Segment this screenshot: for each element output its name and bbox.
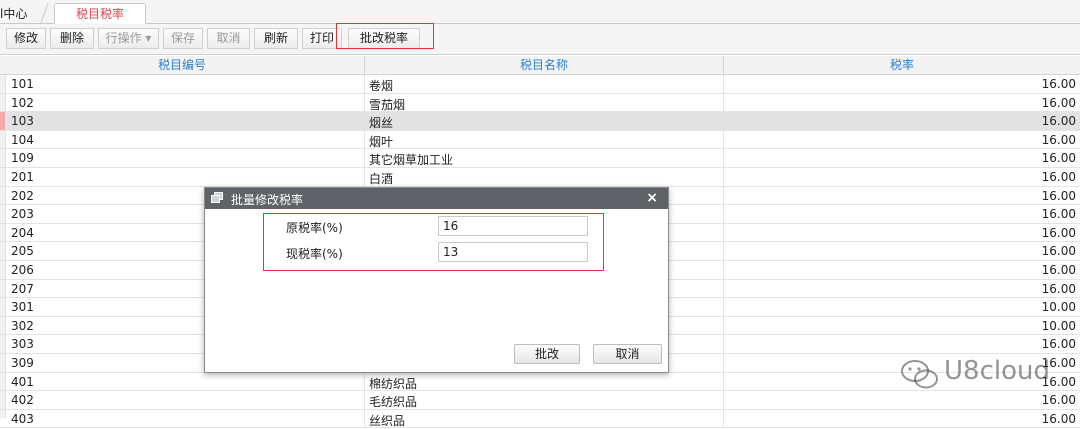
cell-rate: 10.00 <box>1041 300 1076 315</box>
cell-code: 206 <box>11 262 34 277</box>
cell-rate: 16.00 <box>1041 393 1076 408</box>
cell-name: 毛纺织品 <box>369 395 418 410</box>
cell-name: 雪茄烟 <box>369 97 406 112</box>
cell-code: 203 <box>11 207 34 222</box>
cell-code: 205 <box>11 244 34 259</box>
column-header-code[interactable]: 税目编号 <box>0 56 364 75</box>
cell-code: 401 <box>11 374 34 389</box>
table-row[interactable]: 104 烟叶 16.00 <box>0 130 1080 150</box>
wechat-icon <box>901 360 938 389</box>
cell-name: 其它烟草加工业 <box>369 153 454 168</box>
save-button[interactable]: 保存 <box>163 28 203 49</box>
window-icon <box>211 192 224 204</box>
table-row[interactable]: 403 丝织品 16.00 <box>0 409 1080 429</box>
cell-rate: 16.00 <box>1041 188 1076 203</box>
cell-code: 101 <box>11 77 34 91</box>
watermark-text: U8cloud <box>944 356 1050 386</box>
cell-name: 白酒 <box>369 171 394 186</box>
cell-rate: 16.00 <box>1041 262 1076 277</box>
cancel-button[interactable]: 取消 <box>207 28 250 49</box>
table-row[interactable]: 101 卷烟 16.00 <box>0 75 1080 94</box>
cell-code: 302 <box>11 318 34 333</box>
cell-name: 丝织品 <box>369 413 406 428</box>
cell-rate: 16.00 <box>1041 337 1076 352</box>
delete-button[interactable]: 删除 <box>50 28 94 49</box>
cell-rate: 16.00 <box>1041 225 1076 240</box>
cell-rate: 16.00 <box>1041 77 1076 91</box>
grid-header: 税目编号 税目名称 税率 <box>0 56 1080 75</box>
tab-tax-rates[interactable]: 税目税率 <box>54 3 146 25</box>
toolbar: 修改 删除 行操作 ▾ 保存 取消 刷新 打印 批改税率 <box>0 24 1080 55</box>
cell-rate: 16.00 <box>1041 281 1076 296</box>
cell-rate: 16.00 <box>1041 169 1076 184</box>
cell-code: 201 <box>11 169 34 184</box>
confirm-batch-button[interactable]: 批改 <box>514 344 580 364</box>
table-row[interactable]: 109 其它烟草加工业 16.00 <box>0 149 1080 168</box>
dialog-cancel-button[interactable]: 取消 <box>593 344 662 364</box>
cell-name: 卷烟 <box>369 79 394 93</box>
row-actions-button[interactable]: 行操作 ▾ <box>98 28 159 49</box>
cell-rate: 16.00 <box>1041 114 1076 129</box>
cell-rate: 16.00 <box>1041 207 1076 222</box>
cell-rate: 16.00 <box>1041 95 1076 110</box>
cell-code: 403 <box>11 411 34 426</box>
rate-fields-highlight <box>263 213 604 271</box>
tab-bar: l中心 税目税率 <box>0 0 1080 25</box>
cell-rate: 16.00 <box>1041 132 1076 147</box>
dialog-titlebar[interactable]: 批量修改税率 × <box>205 188 668 209</box>
selected-row-marker <box>0 112 5 130</box>
cell-code: 102 <box>11 95 34 110</box>
cell-name: 棉纺织品 <box>369 376 418 391</box>
cell-rate: 16.00 <box>1041 151 1076 166</box>
cell-name: 烟丝 <box>369 116 394 131</box>
cell-code: 309 <box>11 355 34 370</box>
cell-code: 204 <box>11 225 34 240</box>
column-header-name[interactable]: 税目名称 <box>365 56 723 75</box>
table-row-selected[interactable]: 103 烟丝 16.00 <box>0 112 1080 131</box>
cell-code: 207 <box>11 281 34 296</box>
cell-code: 303 <box>11 337 34 352</box>
cell-name: 烟叶 <box>369 134 394 149</box>
column-header-rate[interactable]: 税率 <box>724 56 1080 75</box>
tab-divider <box>40 3 49 23</box>
cell-code: 109 <box>11 151 34 166</box>
cell-rate: 10.00 <box>1041 318 1076 333</box>
refresh-button[interactable]: 刷新 <box>254 28 298 49</box>
close-icon[interactable]: × <box>646 190 658 206</box>
dialog-title: 批量修改税率 <box>231 193 304 207</box>
cell-code: 202 <box>11 188 34 203</box>
table-row[interactable]: 102 雪茄烟 16.00 <box>0 93 1080 113</box>
table-row[interactable]: 402 毛纺织品 16.00 <box>0 391 1080 410</box>
cell-code: 103 <box>11 114 34 129</box>
edit-button[interactable]: 修改 <box>6 28 46 49</box>
watermark: U8cloud <box>900 356 1070 392</box>
batch-rate-highlight <box>336 23 434 49</box>
table-row[interactable]: 201 白酒 16.00 <box>0 167 1080 187</box>
tab-previous[interactable]: l中心 <box>0 5 27 22</box>
cell-rate: 16.00 <box>1041 411 1076 426</box>
cell-rate: 16.00 <box>1041 244 1076 259</box>
cell-code: 301 <box>11 300 34 315</box>
cell-code: 402 <box>11 393 34 408</box>
cell-code: 104 <box>11 132 34 147</box>
